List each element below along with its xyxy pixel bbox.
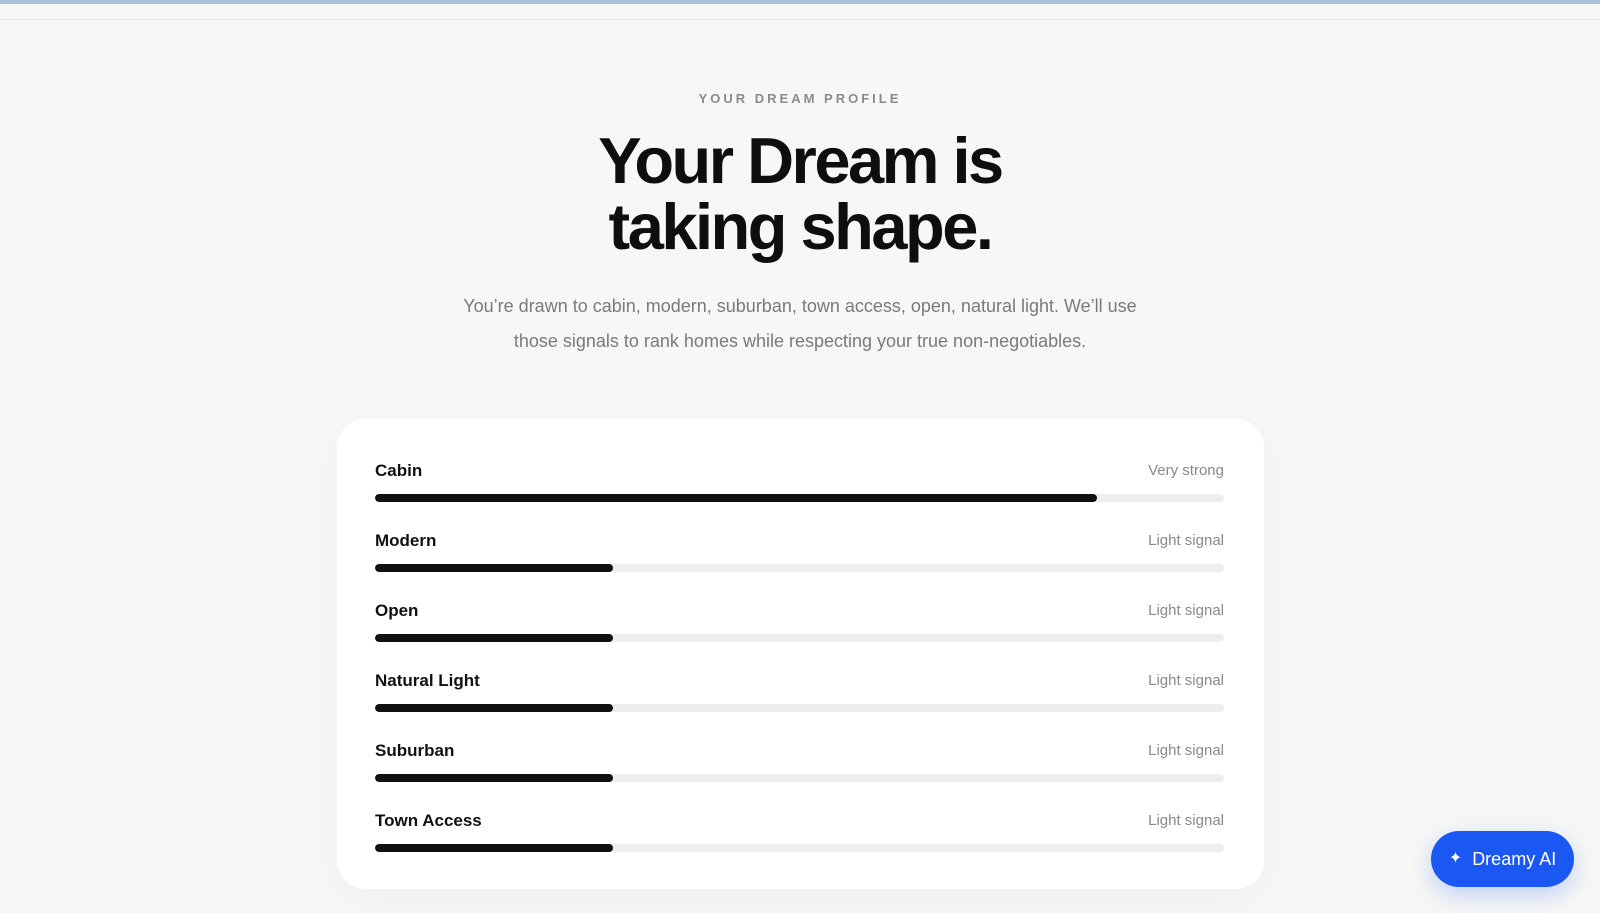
dreamy-ai-button[interactable]: ✦ Dreamy AI bbox=[1431, 831, 1574, 887]
signal-row-cabin: Cabin Very strong bbox=[375, 461, 1224, 511]
signal-strength: Light signal bbox=[1148, 602, 1224, 619]
signal-bar-fill bbox=[375, 844, 613, 852]
sparkle-icon: ✦ bbox=[1448, 850, 1463, 867]
signal-strength: Light signal bbox=[1148, 812, 1224, 829]
signal-bar-track bbox=[375, 704, 1224, 712]
signal-bar-fill bbox=[375, 704, 613, 712]
signal-card: Cabin Very strong Modern Light signal Op… bbox=[337, 419, 1264, 889]
signal-bar-track bbox=[375, 564, 1224, 572]
signal-row-suburban: Suburban Light signal bbox=[375, 741, 1224, 791]
page-title: Your Dream is taking shape. bbox=[0, 128, 1600, 260]
signal-row-modern: Modern Light signal bbox=[375, 531, 1224, 581]
signal-bar-fill bbox=[375, 774, 613, 782]
signal-name: Suburban bbox=[375, 741, 455, 760]
signal-name: Modern bbox=[375, 531, 437, 550]
signal-name: Natural Light bbox=[375, 671, 480, 690]
signal-bar-fill bbox=[375, 564, 613, 572]
signal-strength: Light signal bbox=[1148, 742, 1224, 759]
dreamy-ai-label: Dreamy AI bbox=[1472, 848, 1557, 869]
signal-row-town-access: Town Access Light signal bbox=[375, 811, 1224, 861]
signal-bar-fill bbox=[375, 494, 1097, 502]
page-title-line-1: Your Dream is bbox=[598, 124, 1004, 197]
header-divider bbox=[0, 19, 1600, 20]
page-title-line-2: taking shape. bbox=[608, 190, 994, 263]
signal-row-open: Open Light signal bbox=[375, 601, 1224, 651]
signal-row-natural-light: Natural Light Light signal bbox=[375, 671, 1224, 721]
top-progress-bar bbox=[0, 0, 1600, 4]
signal-name: Town Access bbox=[375, 811, 482, 830]
signal-strength: Light signal bbox=[1148, 672, 1224, 689]
signal-bar-track bbox=[375, 774, 1224, 782]
signal-bar-track bbox=[375, 494, 1224, 502]
signal-strength: Very strong bbox=[1148, 462, 1224, 479]
signal-strength: Light signal bbox=[1148, 532, 1224, 549]
signal-bar-track bbox=[375, 844, 1224, 852]
profile-description: You’re drawn to cabin, modern, suburban,… bbox=[463, 296, 1137, 351]
signal-name: Cabin bbox=[375, 461, 423, 480]
signal-bar-fill bbox=[375, 634, 613, 642]
section-eyebrow: YOUR DREAM PROFILE bbox=[698, 91, 902, 106]
signal-bar-track bbox=[375, 634, 1224, 642]
signal-name: Open bbox=[375, 601, 419, 620]
